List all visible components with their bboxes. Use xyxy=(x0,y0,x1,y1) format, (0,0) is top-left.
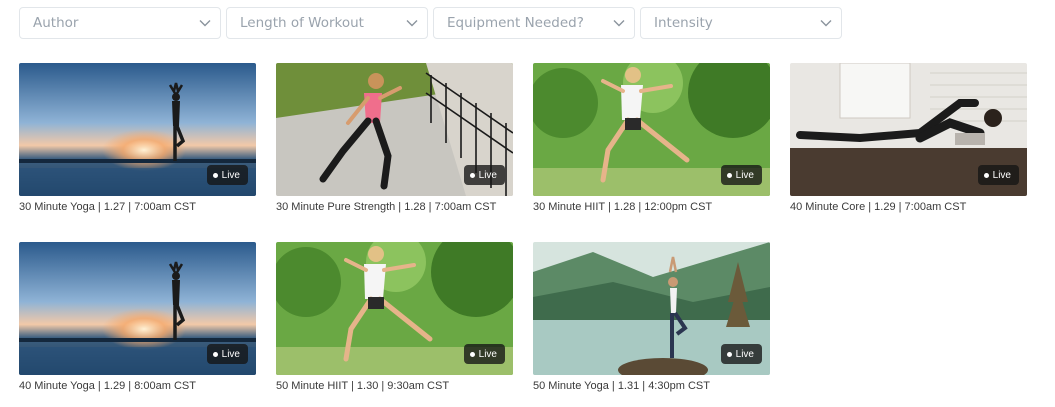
workout-thumbnail[interactable]: Live xyxy=(19,242,256,375)
live-label: Live xyxy=(221,348,240,360)
live-dot-icon xyxy=(212,351,218,357)
author-filter-label: Author xyxy=(33,15,79,31)
chevron-down-icon xyxy=(820,20,832,27)
workout-card[interactable]: Live 30 Minute HIIT | 1.28 | 12:00pm CST xyxy=(533,63,770,213)
live-label: Live xyxy=(735,348,754,360)
workout-thumbnail[interactable]: Live xyxy=(533,63,770,196)
workout-thumbnail[interactable]: Live xyxy=(790,63,1027,196)
equipment-filter[interactable]: Equipment Needed? xyxy=(433,7,635,39)
live-dot-icon xyxy=(983,172,989,178)
author-filter[interactable]: Author xyxy=(19,7,221,39)
workout-caption: 30 Minute HIIT | 1.28 | 12:00pm CST xyxy=(533,201,713,213)
workout-card[interactable]: Live 40 Minute Core | 1.29 | 7:00am CST xyxy=(790,63,1027,213)
live-badge: Live xyxy=(977,165,1019,185)
live-badge: Live xyxy=(463,344,505,364)
live-badge: Live xyxy=(720,165,762,185)
live-dot-icon xyxy=(726,172,732,178)
workout-card[interactable]: Live 50 Minute Yoga | 1.31 | 4:30pm CST xyxy=(533,242,770,392)
live-label: Live xyxy=(478,348,497,360)
workout-caption: 40 Minute Yoga | 1.29 | 8:00am CST xyxy=(19,380,196,392)
workout-card[interactable]: Live 40 Minute Yoga | 1.29 | 8:00am CST xyxy=(19,242,256,392)
workout-caption: 50 Minute HIIT | 1.30 | 9:30am CST xyxy=(276,380,450,392)
live-badge: Live xyxy=(206,165,248,185)
live-dot-icon xyxy=(469,351,475,357)
workout-caption: 30 Minute Pure Strength | 1.28 | 7:00am … xyxy=(276,201,497,213)
live-dot-icon xyxy=(469,172,475,178)
workout-card[interactable]: Live 30 Minute Pure Strength | 1.28 | 7:… xyxy=(276,63,513,213)
workout-caption: 40 Minute Core | 1.29 | 7:00am CST xyxy=(790,201,967,213)
live-badge: Live xyxy=(463,165,505,185)
live-label: Live xyxy=(992,169,1011,181)
live-label: Live xyxy=(221,169,240,181)
live-dot-icon xyxy=(726,351,732,357)
workout-card[interactable]: Live 50 Minute HIIT | 1.30 | 9:30am CST xyxy=(276,242,513,392)
filter-bar: Author Length of Workout Equipment Neede… xyxy=(19,7,842,39)
workout-thumbnail[interactable]: Live xyxy=(276,242,513,375)
workout-thumbnail[interactable]: Live xyxy=(19,63,256,196)
live-dot-icon xyxy=(212,172,218,178)
live-badge: Live xyxy=(720,344,762,364)
intensity-filter-label: Intensity xyxy=(654,15,713,31)
workout-caption: 50 Minute Yoga | 1.31 | 4:30pm CST xyxy=(533,380,710,392)
length-filter-label: Length of Workout xyxy=(240,15,364,31)
workout-caption: 30 Minute Yoga | 1.27 | 7:00am CST xyxy=(19,201,196,213)
length-filter[interactable]: Length of Workout xyxy=(226,7,428,39)
chevron-down-icon xyxy=(613,20,625,27)
workout-thumbnail[interactable]: Live xyxy=(533,242,770,375)
live-label: Live xyxy=(478,169,497,181)
live-badge: Live xyxy=(206,344,248,364)
workout-thumbnail[interactable]: Live xyxy=(276,63,513,196)
intensity-filter[interactable]: Intensity xyxy=(640,7,842,39)
chevron-down-icon xyxy=(199,20,211,27)
workout-card[interactable]: Live 30 Minute Yoga | 1.27 | 7:00am CST xyxy=(19,63,256,213)
live-label: Live xyxy=(735,169,754,181)
equipment-filter-label: Equipment Needed? xyxy=(447,15,584,31)
chevron-down-icon xyxy=(406,20,418,27)
